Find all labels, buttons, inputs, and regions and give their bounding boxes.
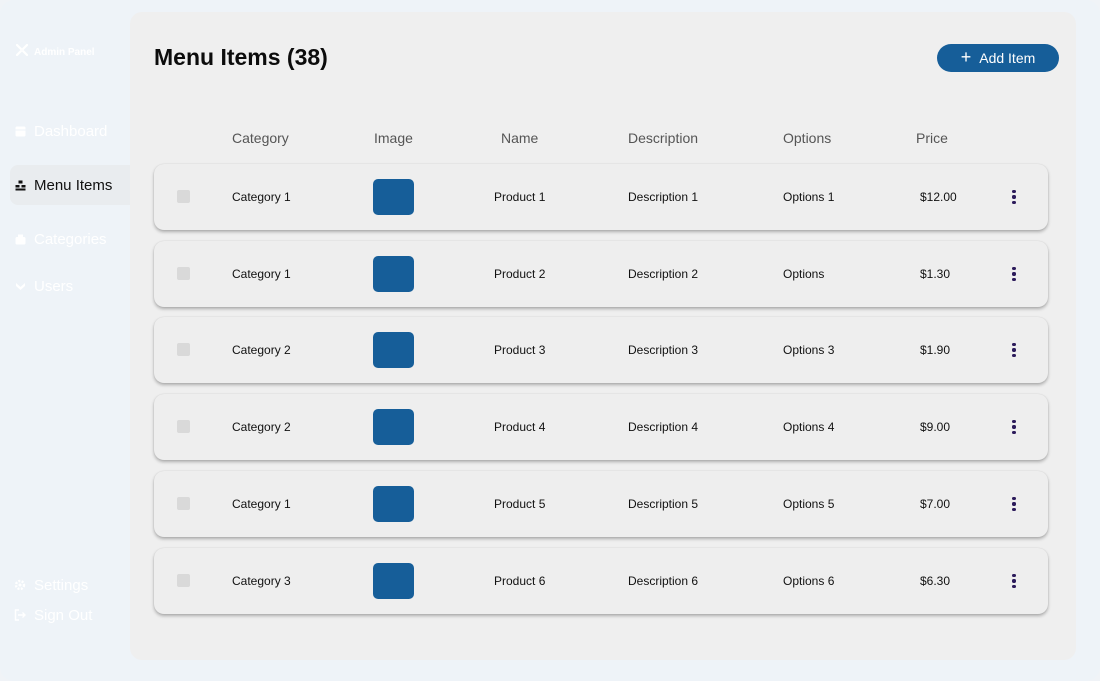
row-description: Description 4	[628, 420, 699, 434]
row-category: Category 1	[232, 190, 291, 204]
row-category: Category 1	[232, 497, 291, 511]
sidebar-item-label: Categories	[34, 230, 107, 248]
sidebar-item-label: Users	[34, 277, 74, 295]
product-image	[373, 256, 414, 292]
table-row[interactable]: Category 1 Product 5 Description 5 Optio…	[154, 471, 1048, 537]
row-checkbox[interactable]	[177, 420, 190, 433]
column-header-options: Options	[783, 130, 832, 146]
row-options: Options 6	[783, 574, 835, 588]
row-name: Product 6	[494, 574, 546, 588]
row-price: $9.00	[920, 420, 951, 434]
sidebar-item-dashboard[interactable]: Dashboard	[10, 111, 130, 151]
row-description: Description 5	[628, 497, 699, 511]
row-checkbox[interactable]	[177, 267, 190, 280]
product-image	[373, 563, 414, 599]
row-options: Options 5	[783, 497, 835, 511]
row-price: $7.00	[920, 497, 951, 511]
brand-logo-icon	[15, 43, 29, 61]
sidebar-item-categories[interactable]: Categories	[10, 219, 130, 259]
row-category: Category 1	[232, 267, 291, 281]
sidebar-item-label: Settings	[34, 576, 89, 594]
row-category: Category 2	[232, 343, 291, 357]
sidebar-item-label: Sign Out	[34, 606, 93, 624]
row-description: Description 1	[628, 190, 699, 204]
column-header-price: Price	[916, 130, 948, 146]
more-vertical-icon[interactable]	[1006, 340, 1022, 360]
row-description: Description 6	[628, 574, 699, 588]
main-panel: Menu Items (38) + Add Item Category Imag…	[130, 12, 1076, 660]
menu-items-icon	[14, 179, 26, 191]
table-row[interactable]: Category 3 Product 6 Description 6 Optio…	[154, 548, 1048, 614]
row-price: $12.00	[920, 190, 957, 204]
column-header-category: Category	[232, 130, 289, 146]
more-vertical-icon[interactable]	[1006, 264, 1022, 284]
column-header-description: Description	[628, 130, 699, 146]
row-options: Options	[783, 267, 825, 281]
product-image	[373, 486, 414, 522]
brand: Admin Panel	[15, 43, 95, 61]
row-name: Product 2	[494, 267, 546, 281]
product-image	[373, 179, 414, 215]
more-vertical-icon[interactable]	[1006, 571, 1022, 591]
add-item-label: Add Item	[979, 50, 1036, 66]
more-vertical-icon[interactable]	[1006, 494, 1022, 514]
row-checkbox[interactable]	[177, 574, 190, 587]
row-name: Product 5	[494, 497, 546, 511]
dashboard-icon	[14, 125, 26, 137]
gear-icon	[14, 579, 26, 591]
sidebar-item-users[interactable]: Users	[10, 266, 130, 306]
row-name: Product 4	[494, 420, 546, 434]
sidebar-item-label: Dashboard	[34, 122, 108, 140]
row-price: $1.90	[920, 343, 951, 357]
row-price: $1.30	[920, 267, 951, 281]
product-image	[373, 409, 414, 445]
categories-icon	[14, 233, 26, 245]
table-row[interactable]: Category 2 Product 3 Description 3 Optio…	[154, 317, 1048, 383]
sidebar-item-sign-out[interactable]: Sign Out	[10, 595, 130, 635]
column-header-image: Image	[374, 130, 413, 146]
page-title: Menu Items (38)	[154, 44, 328, 70]
row-options: Options 3	[783, 343, 835, 357]
column-header-name: Name	[501, 130, 539, 146]
sidebar-item-label: Menu Items	[34, 176, 113, 194]
more-vertical-icon[interactable]	[1006, 417, 1022, 437]
plus-icon: +	[960, 47, 972, 67]
row-description: Description 2	[628, 267, 699, 281]
sidebar: Admin Panel Dashboard Menu Items Categor…	[0, 0, 130, 681]
add-item-button[interactable]: + Add Item	[937, 44, 1059, 72]
brand-label: Admin Panel	[34, 46, 95, 58]
table-row[interactable]: Category 2 Product 4 Description 4 Optio…	[154, 394, 1048, 460]
row-description: Description 3	[628, 343, 699, 357]
app-window: Admin Panel Dashboard Menu Items Categor…	[0, 0, 1100, 681]
sidebar-item-menu-items[interactable]: Menu Items	[10, 165, 130, 205]
row-options: Options 4	[783, 420, 835, 434]
row-name: Product 1	[494, 190, 546, 204]
row-options: Options 1	[783, 190, 835, 204]
table-header: Category Image Name Description Options …	[130, 130, 1076, 150]
row-price: $6.30	[920, 574, 951, 588]
row-name: Product 3	[494, 343, 546, 357]
row-checkbox[interactable]	[177, 343, 190, 356]
table-row[interactable]: Category 1 Product 2 Description 2 Optio…	[154, 241, 1048, 307]
row-checkbox[interactable]	[177, 497, 190, 510]
row-category: Category 2	[232, 420, 291, 434]
table-row[interactable]: Category 1 Product 1 Description 1 Optio…	[154, 164, 1048, 230]
row-category: Category 3	[232, 574, 291, 588]
users-icon	[14, 280, 26, 292]
product-image	[373, 332, 414, 368]
row-checkbox[interactable]	[177, 190, 190, 203]
sign-out-icon	[14, 609, 26, 621]
more-vertical-icon[interactable]	[1006, 187, 1022, 207]
